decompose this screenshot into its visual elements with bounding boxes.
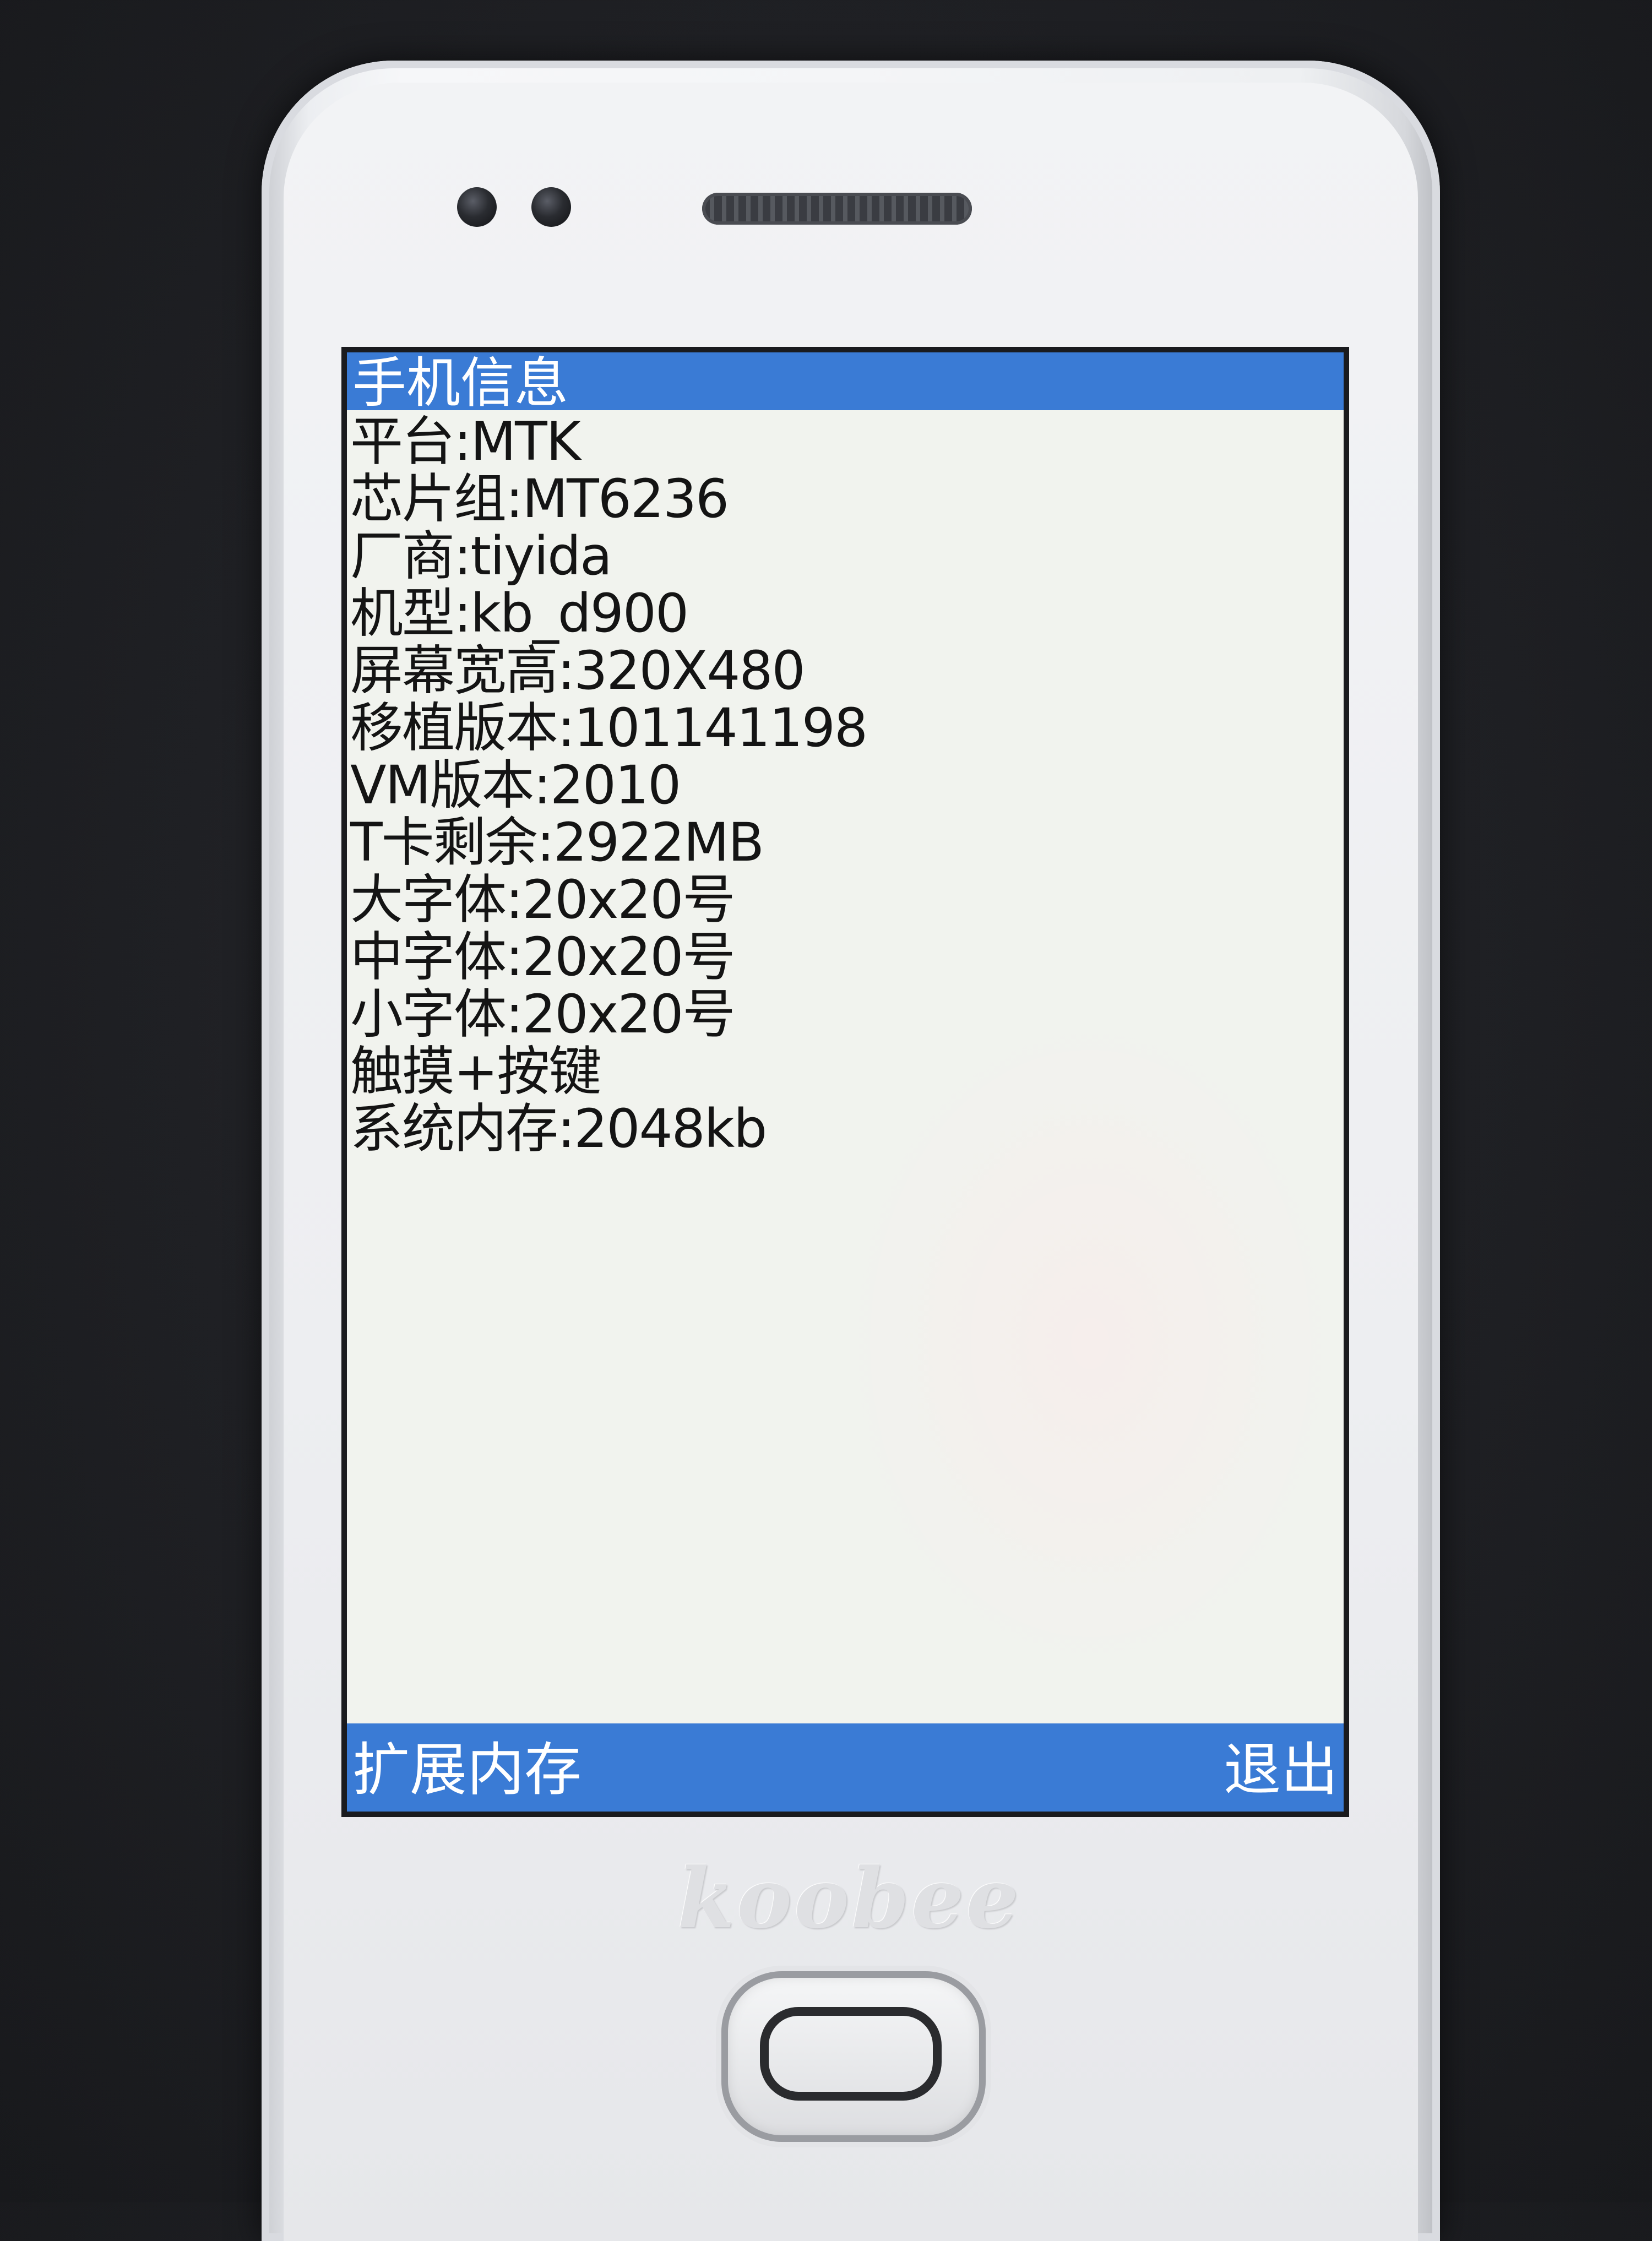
home-button[interactable] <box>721 1971 986 2142</box>
exit-softkey[interactable]: 退出 <box>1224 1723 1338 1812</box>
front-camera-icon <box>457 187 497 227</box>
phone-info-list: 平台:MTK 芯片组:MT6236 厂商:tiyida 机型:kb_d900 屏… <box>350 411 868 1160</box>
info-system-memory: 系统内存:2048kb <box>350 1098 767 1160</box>
title-bar: 手机信息 <box>347 352 1344 415</box>
screen-glare <box>843 1013 1338 1674</box>
home-square-icon <box>760 2007 942 2101</box>
proximity-sensor-icon <box>531 187 571 227</box>
info-vm-version: VM版本:2010 <box>350 754 681 816</box>
earpiece-speaker <box>702 193 972 225</box>
info-input-type: 触摸+按键 <box>350 1041 601 1102</box>
info-large-font: 大字体:20x20号 <box>350 869 735 931</box>
info-manufacturer: 厂商:tiyida <box>350 525 612 587</box>
brand-logo: koobee <box>677 1850 1021 1947</box>
info-screen-size: 屏幕宽高:320X480 <box>350 640 806 701</box>
softkey-bar: 扩展内存 退出 <box>347 1723 1344 1812</box>
phone-screen: 手机信息 平台:MTK 芯片组:MT6236 厂商:tiyida 机型:kb_d… <box>347 352 1344 1812</box>
info-tf-card-free: T卡剩余:2922MB <box>350 812 764 873</box>
extend-memory-softkey[interactable]: 扩展内存 <box>352 1723 582 1812</box>
page-title: 手机信息 <box>352 352 569 415</box>
info-model: 机型:kb_d900 <box>350 583 689 644</box>
info-small-font: 小字体:20x20号 <box>350 983 735 1045</box>
info-platform: 平台:MTK <box>350 411 581 472</box>
info-port-version: 移植版本:101141198 <box>350 697 868 759</box>
info-chipset: 芯片组:MT6236 <box>350 468 729 530</box>
info-medium-font: 中字体:20x20号 <box>350 926 735 988</box>
